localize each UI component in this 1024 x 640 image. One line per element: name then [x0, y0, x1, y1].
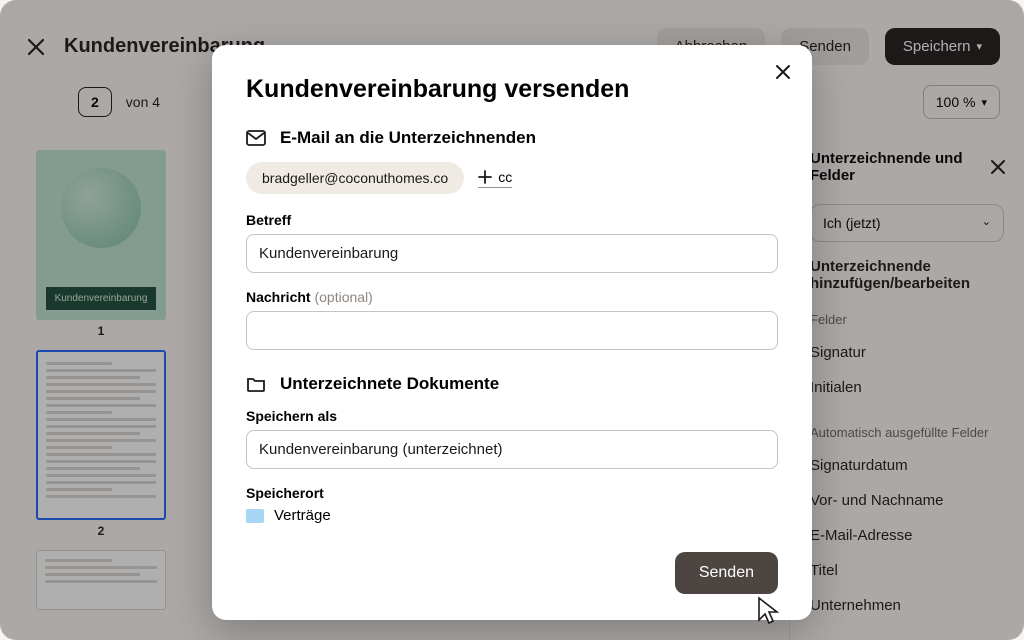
folder-icon [246, 509, 264, 523]
subject-input[interactable] [246, 234, 778, 273]
location-value: Verträge [274, 507, 331, 524]
section-email-title: E-Mail an die Unterzeichnenden [280, 128, 536, 148]
location-label: Speicherort [246, 485, 778, 501]
saveas-label: Speichern als [246, 408, 778, 424]
send-modal: Kundenvereinbarung versenden E-Mail an d… [212, 45, 812, 620]
message-input[interactable] [246, 311, 778, 350]
section-signed-title: Unterzeichnete Dokumente [280, 374, 499, 394]
saveas-input[interactable] [246, 430, 778, 469]
modal-title: Kundenvereinbarung versenden [246, 75, 778, 104]
close-icon[interactable] [774, 63, 792, 81]
subject-label: Betreff [246, 212, 778, 228]
message-label: Nachricht (optional) [246, 289, 778, 305]
folder-icon [246, 376, 266, 392]
mail-icon [246, 130, 266, 146]
location-row[interactable]: Verträge [246, 507, 778, 524]
add-cc-button[interactable]: cc [478, 169, 512, 188]
recipient-chip[interactable]: bradgeller@coconuthomes.co [246, 162, 464, 194]
cc-label: cc [498, 169, 512, 185]
send-button[interactable]: Senden [675, 552, 778, 594]
plus-icon [478, 170, 492, 184]
